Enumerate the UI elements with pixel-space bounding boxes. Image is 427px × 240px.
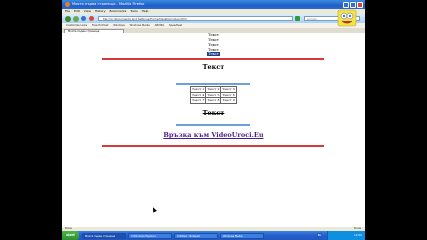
- theme-mascot-image: [337, 9, 357, 27]
- table-cell: Текст 5: [205, 91, 222, 98]
- reload-button[interactable]: [81, 16, 86, 21]
- close-button[interactable]: [357, 1, 363, 8]
- text-line: Текст: [208, 43, 219, 47]
- desktop-screen: Моята първа страница - Mozilla Firefox F…: [62, 0, 365, 240]
- taskbar-item[interactable]: Моята първа страница: [82, 232, 126, 239]
- firefox-icon: [65, 2, 70, 7]
- horizontal-rule: [102, 58, 324, 60]
- menu-view[interactable]: View: [84, 9, 91, 13]
- bookmark-item[interactable]: Windows: [113, 24, 125, 27]
- bookmark-item[interactable]: Speedtest: [169, 24, 182, 27]
- text-table: Текст 1 Текст 2 Текст 3 Текст 4 Текст 5 …: [189, 86, 237, 104]
- table-cell: Текст 2: [205, 86, 222, 93]
- table-cell: Текст 6: [220, 91, 237, 98]
- menu-edit[interactable]: Edit: [74, 9, 80, 13]
- text-line: Текст: [208, 33, 219, 37]
- page-heading: Текст: [202, 63, 225, 71]
- left-letterbox: [0, 0, 62, 240]
- selected-text-line: Текст: [62, 52, 365, 56]
- menu-bookmarks[interactable]: Bookmarks: [110, 9, 127, 13]
- videouroci-link[interactable]: Връзка към VideoUroci.Eu: [62, 131, 365, 139]
- forward-button[interactable]: [73, 15, 79, 22]
- back-button[interactable]: [65, 15, 71, 22]
- menu-file[interactable]: File: [65, 9, 70, 13]
- maximize-button[interactable]: [350, 1, 356, 8]
- table-cell: Текст 8: [205, 97, 222, 104]
- bookmark-item[interactable]: ABV.BG: [155, 24, 164, 27]
- taskbar-item[interactable]: 3 Windows Explorer: [128, 232, 172, 239]
- system-tray-clock[interactable]: 12:02: [327, 231, 365, 240]
- text-line: Текст: [208, 38, 219, 42]
- bookmark-item[interactable]: Windows Media: [130, 24, 150, 27]
- table-cell: Текст 7: [189, 97, 207, 104]
- mouse-cursor-icon: [151, 206, 157, 213]
- menu-tools[interactable]: Tools: [130, 9, 137, 13]
- menu-history[interactable]: History: [95, 9, 106, 13]
- horizontal-rule: [176, 83, 250, 85]
- table-cell: Текст 9: [220, 97, 237, 104]
- horizontal-rule: [102, 145, 324, 147]
- table-cell: Текст 4: [189, 91, 207, 98]
- go-button[interactable]: [295, 16, 300, 21]
- language-indicator[interactable]: BG: [317, 233, 322, 238]
- menu-help[interactable]: Help: [142, 9, 149, 13]
- start-button[interactable]: start: [62, 231, 79, 240]
- stop-button[interactable]: [89, 16, 94, 21]
- minimize-button[interactable]: [343, 1, 349, 8]
- strikethrough-heading: Текст: [202, 109, 225, 117]
- taskbar: start Моята първа страница 3 Windows Exp…: [62, 231, 365, 240]
- table-cell: Текст 1: [189, 86, 207, 93]
- taskbar-item[interactable]: Windows Media: [220, 232, 264, 239]
- page-content: Текст Текст Текст Текст Текст Текст Текс…: [62, 33, 365, 227]
- taskbar-item[interactable]: Untitled - Notepad: [174, 232, 218, 239]
- selected-text: Текст: [207, 52, 220, 56]
- horizontal-rule: [176, 124, 250, 126]
- bookmark-item[interactable]: Free Hotmail: [92, 24, 108, 27]
- right-letterbox: [365, 0, 427, 240]
- window-titlebar[interactable]: Моята първа страница - Mozilla Firefox: [62, 0, 365, 9]
- bookmark-item[interactable]: Customize Links: [66, 24, 87, 27]
- table-cell: Текст 3: [220, 86, 237, 93]
- address-bar[interactable]: file:///C:/Documents and Settings/Home/D…: [98, 16, 293, 21]
- window-title: Моята първа страница - Mozilla Firefox: [72, 2, 145, 6]
